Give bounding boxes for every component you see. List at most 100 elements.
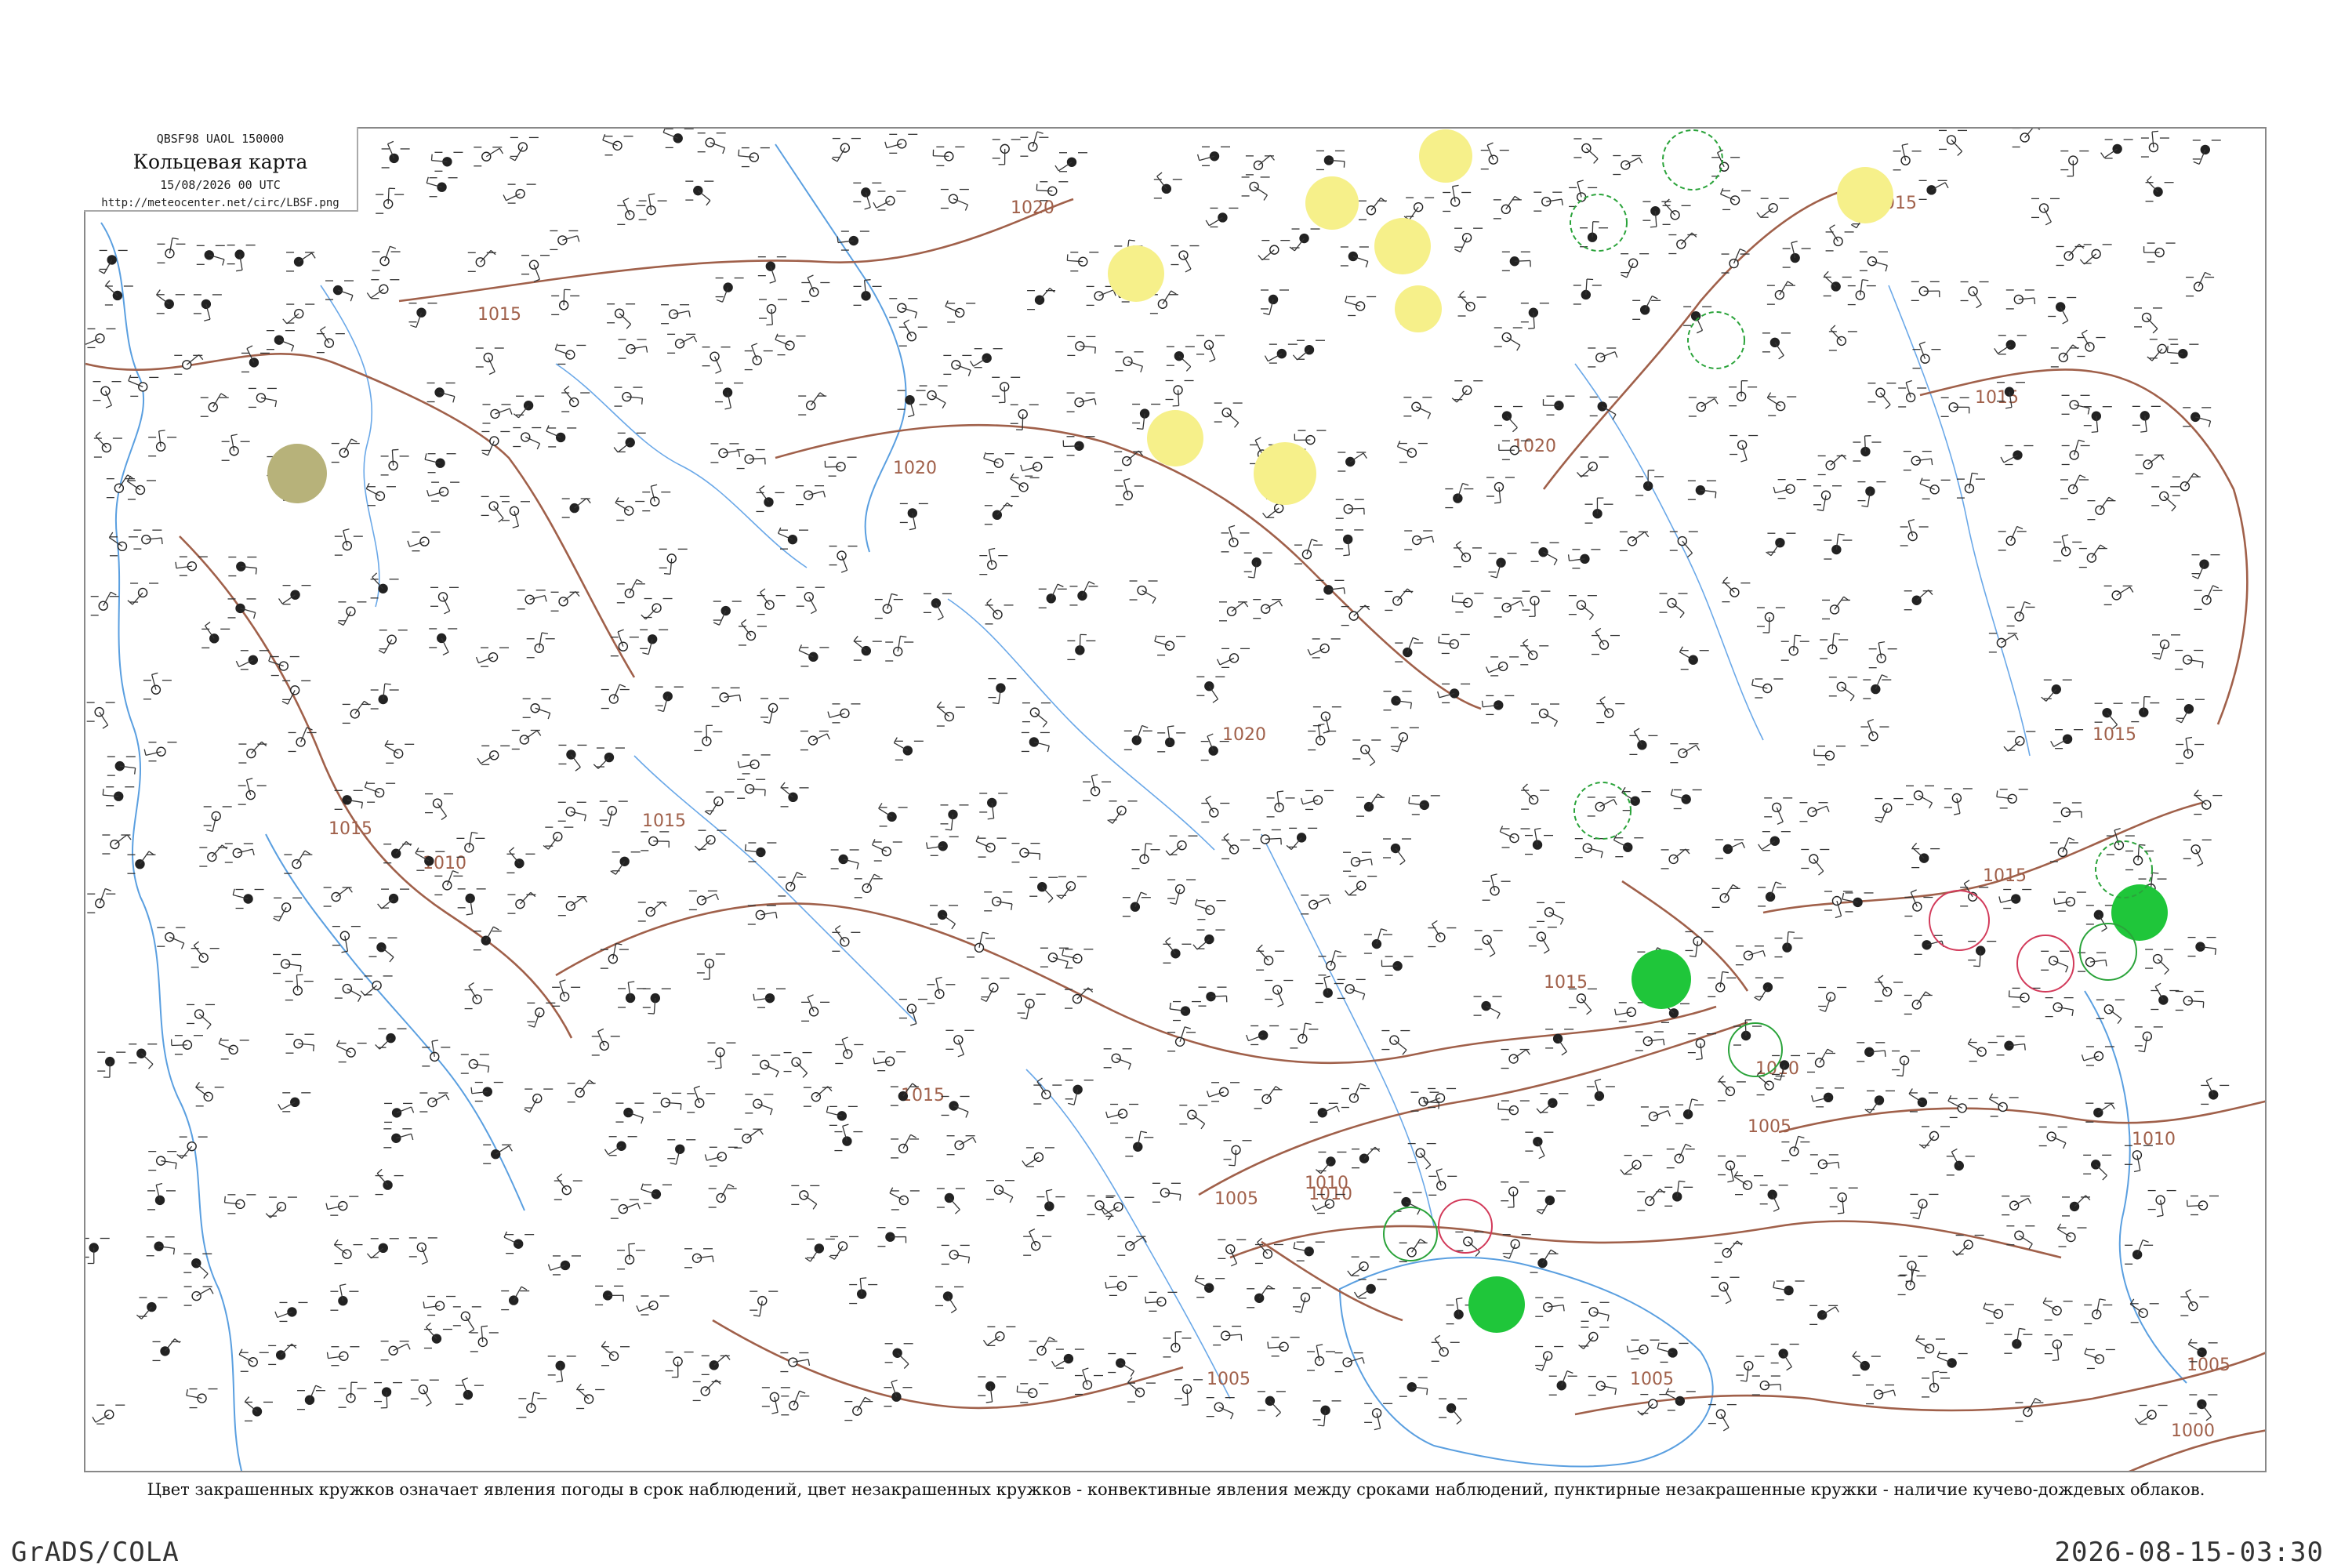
station-plot bbox=[1988, 633, 2019, 653]
wind-barb-feather bbox=[2166, 346, 2169, 353]
station-plot bbox=[419, 1092, 450, 1112]
wind-barb-feather bbox=[105, 280, 111, 286]
station-circle bbox=[809, 287, 819, 297]
wind-barb-feather bbox=[343, 528, 350, 532]
station-plot bbox=[655, 686, 684, 713]
station-plot bbox=[1266, 790, 1295, 818]
wind-barb-feather bbox=[134, 768, 136, 775]
wind-barb bbox=[1420, 1152, 1432, 1166]
wind-barb bbox=[198, 1013, 212, 1025]
wind-barb-feather bbox=[441, 815, 447, 821]
station-plot bbox=[2083, 406, 2112, 434]
wind-barb-feather bbox=[1264, 355, 1269, 361]
wind-barb-feather bbox=[105, 887, 111, 891]
station-plot bbox=[1722, 576, 1751, 603]
wind-barb-feather bbox=[1620, 1169, 1625, 1175]
wind-barb-feather bbox=[2154, 982, 2161, 987]
wind-barb-feather bbox=[619, 684, 626, 688]
station-plot bbox=[1584, 497, 1613, 524]
station-plot bbox=[2152, 634, 2181, 660]
station-plot bbox=[702, 347, 731, 374]
wind-barb-feather bbox=[1152, 597, 1156, 604]
wind-barb-feather bbox=[1011, 903, 1013, 910]
station-plot bbox=[919, 385, 948, 409]
wind-barb-feather bbox=[1714, 398, 1719, 405]
station-plot bbox=[791, 1185, 820, 1210]
wind-barb-feather bbox=[2068, 837, 2075, 841]
station-plot bbox=[1568, 595, 1597, 620]
wind-barb-feather bbox=[475, 656, 480, 663]
station-plot bbox=[1569, 180, 1598, 208]
station-plot bbox=[1494, 405, 1523, 433]
station-plot bbox=[1192, 929, 1225, 950]
station-plot bbox=[697, 132, 726, 154]
station-plot bbox=[891, 1134, 920, 1159]
station-plot bbox=[1165, 379, 1194, 407]
wind-barb-feather bbox=[499, 147, 504, 154]
wind-barb-feather bbox=[751, 343, 758, 347]
wind-barb-feather bbox=[1833, 633, 1841, 635]
station-plot bbox=[1473, 996, 1502, 1019]
station-circle bbox=[235, 603, 245, 614]
station-plot bbox=[638, 193, 667, 220]
wind-barb-feather bbox=[1486, 666, 1490, 673]
station-plot bbox=[641, 597, 673, 620]
station-plot bbox=[2134, 307, 2163, 334]
wind-barb-feather bbox=[508, 1145, 513, 1152]
wind-barb bbox=[1370, 198, 1381, 211]
station-plot bbox=[1352, 739, 1381, 767]
wind-barb bbox=[1923, 1135, 1935, 1149]
wind-barb bbox=[524, 730, 538, 740]
wind-barb-feather bbox=[1179, 1194, 1181, 1201]
station-plot bbox=[430, 151, 463, 172]
station-plot bbox=[156, 289, 185, 314]
station-plot bbox=[1163, 937, 1192, 964]
wind-barb-feather bbox=[1140, 366, 1144, 373]
station-plot bbox=[738, 147, 770, 168]
wind-barb-feather bbox=[1425, 1164, 1432, 1170]
station-plot bbox=[524, 1088, 554, 1113]
isobar-label: 1000 bbox=[2171, 1421, 2215, 1441]
wind-barb-feather bbox=[513, 413, 519, 419]
station-circle bbox=[1628, 258, 1639, 268]
wind-barb-feather bbox=[1336, 1105, 1340, 1112]
wind-barb-feather bbox=[575, 767, 581, 771]
wind-barb-feather bbox=[1849, 695, 1855, 702]
wind-barb-feather bbox=[2147, 356, 2153, 361]
wind-barb-feather bbox=[350, 438, 358, 443]
wind-barb-feather bbox=[1908, 518, 1915, 522]
wind-barb bbox=[834, 928, 845, 942]
wind-barb bbox=[1834, 596, 1845, 610]
wind-barb-feather bbox=[445, 1094, 450, 1101]
station-plot bbox=[2053, 802, 2082, 822]
wind-barb-feather bbox=[2151, 130, 2159, 132]
wind-barb bbox=[574, 497, 587, 509]
station-plot bbox=[129, 1044, 158, 1069]
coastline-baltic bbox=[775, 143, 907, 553]
isobar-label: 1015 bbox=[1544, 973, 1588, 993]
wind-barb-feather bbox=[1091, 774, 1098, 777]
wind-barb bbox=[1581, 997, 1592, 1011]
wind-barb-feather bbox=[509, 847, 515, 852]
station-plot bbox=[1670, 743, 1700, 764]
wind-barb-feather bbox=[230, 434, 238, 437]
wind-barb-feather bbox=[1925, 991, 1932, 996]
station-plot bbox=[1640, 1106, 1671, 1127]
river-2 bbox=[555, 363, 808, 568]
station-plot bbox=[1218, 601, 1249, 622]
station-plot bbox=[1918, 1126, 1950, 1149]
station-plot bbox=[1131, 843, 1160, 869]
wind-barb-feather bbox=[509, 157, 516, 162]
wind-barb-feather bbox=[1402, 1049, 1407, 1055]
station-plot bbox=[642, 988, 671, 1014]
station-plot bbox=[1494, 597, 1524, 618]
station-plot bbox=[1670, 789, 1702, 810]
station-plot bbox=[1038, 583, 1067, 608]
station-plot bbox=[1530, 703, 1559, 728]
station-plot bbox=[975, 835, 1007, 858]
station-plot bbox=[1860, 718, 1889, 746]
station-plot bbox=[1428, 1168, 1457, 1196]
wind-barb-feather bbox=[987, 818, 994, 820]
wind-barb-feather bbox=[1911, 889, 1917, 893]
station-plot bbox=[760, 698, 789, 724]
